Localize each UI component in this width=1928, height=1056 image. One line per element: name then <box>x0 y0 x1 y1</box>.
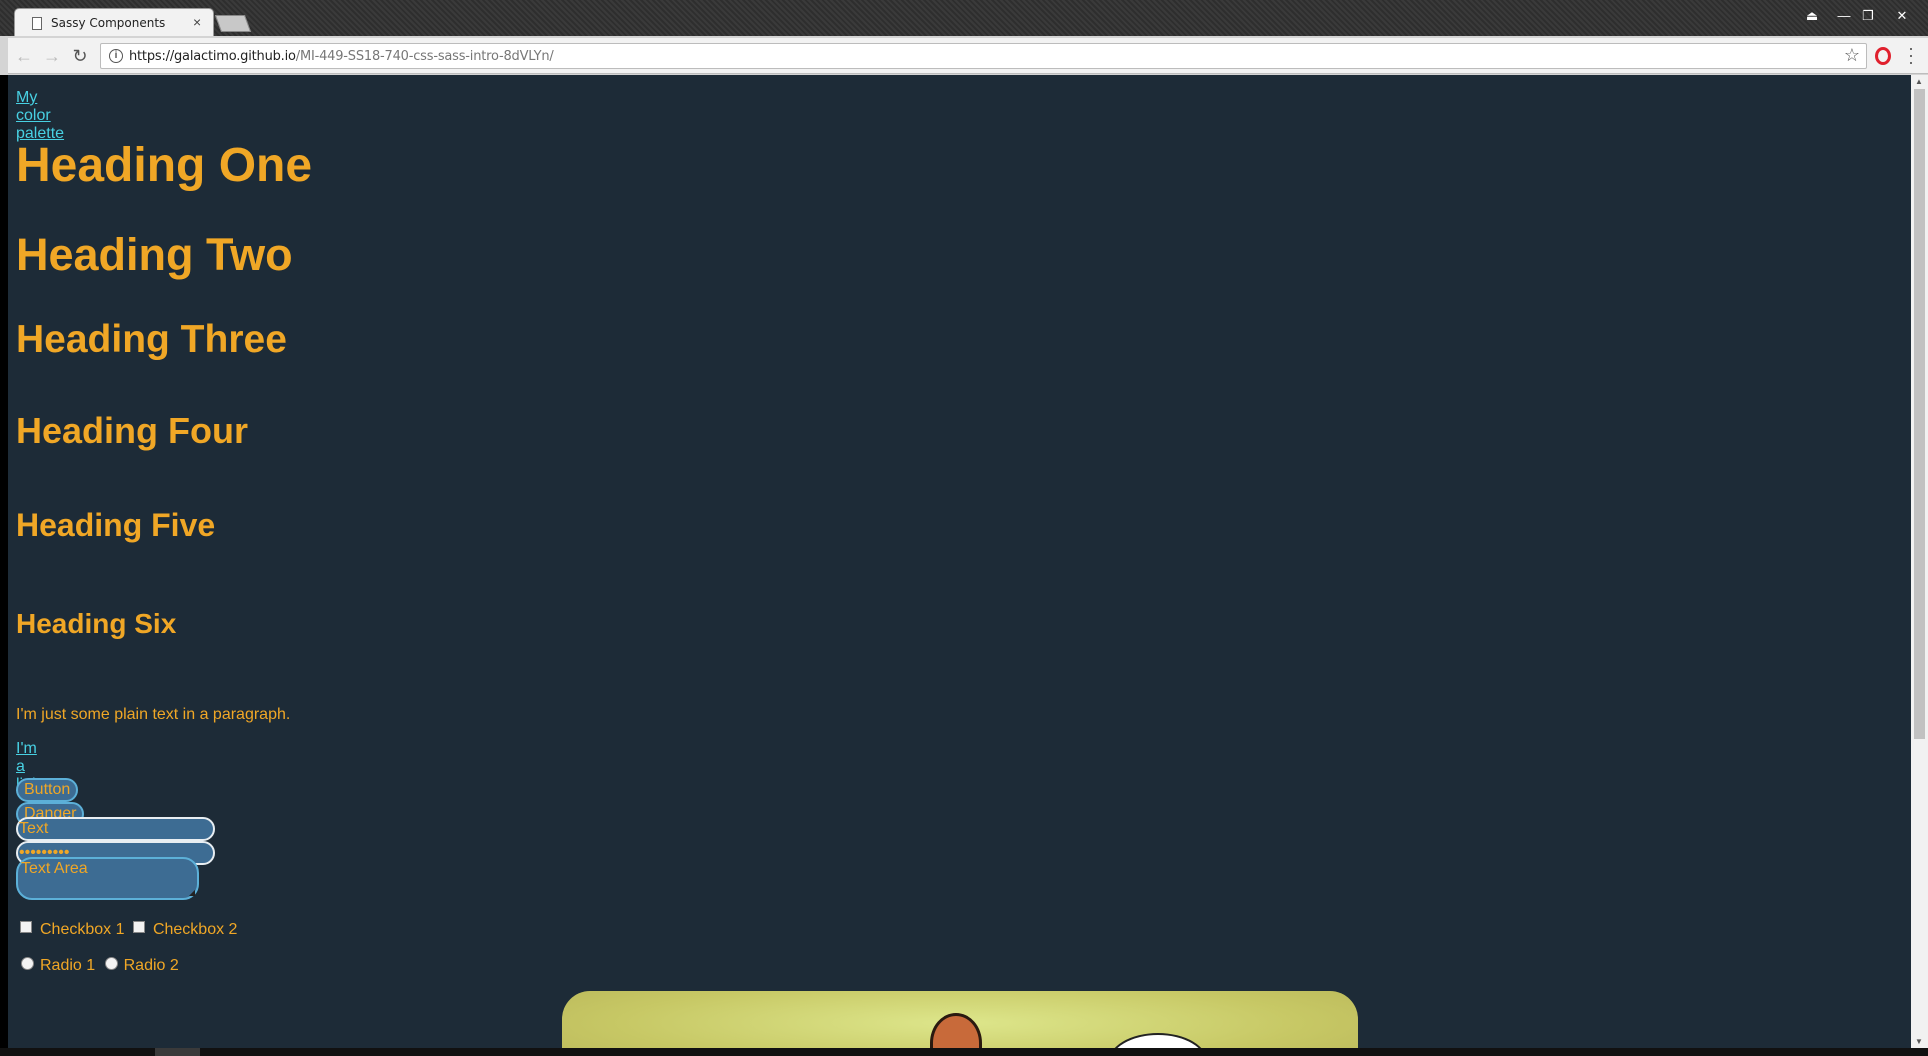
forward-icon[interactable]: → <box>42 46 62 66</box>
scroll-down-icon[interactable]: ▼ <box>1915 1037 1923 1046</box>
taskbar-item[interactable] <box>155 1048 200 1056</box>
browser-chrome: Sassy Components × ⏏ — ❐ ✕ ← → ↻ i https… <box>0 0 1928 75</box>
checkbox-1-label: Checkbox 1 <box>40 921 125 938</box>
page-content: My color palette Heading One Heading Two… <box>8 75 1911 1048</box>
radio-1[interactable] <box>21 957 34 970</box>
profile-icon[interactable]: ⏏ <box>1801 8 1823 24</box>
comic-image <box>562 991 1358 1048</box>
text-area[interactable]: Text Area ◢ <box>16 857 199 900</box>
navigation-bar: ← → ↻ i https://galactimo.github.io/MI-4… <box>8 38 1928 74</box>
scroll-up-icon[interactable]: ▲ <box>1915 77 1923 86</box>
plain-paragraph: I'm just some plain text in a paragraph. <box>16 706 291 723</box>
reload-icon[interactable]: ↻ <box>70 46 90 66</box>
scrollbar-thumb[interactable] <box>1914 89 1925 739</box>
radio-2[interactable] <box>104 957 118 970</box>
page-icon <box>32 17 42 30</box>
menu-icon[interactable]: · · · <box>1908 39 1914 71</box>
checkbox-row: Checkbox 1 Checkbox 2 <box>16 921 237 939</box>
heading-five: Heading Five <box>16 507 216 543</box>
text-input[interactable]: Text <box>16 817 215 841</box>
comic-character <box>930 1013 982 1048</box>
tab-sassy-components[interactable]: Sassy Components × <box>14 8 214 36</box>
info-icon[interactable]: i <box>109 49 123 63</box>
checkbox-1[interactable] <box>20 921 32 933</box>
back-icon[interactable]: ← <box>14 46 34 66</box>
heading-four: Heading Four <box>16 410 248 451</box>
address-bar[interactable]: i https://galactimo.github.io/MI-449-SS1… <box>100 43 1867 69</box>
close-icon[interactable]: ✕ <box>1891 8 1913 24</box>
radio-2-label: Radio 2 <box>123 957 179 974</box>
text-area-value: Text Area <box>21 860 88 877</box>
minimize-icon[interactable]: — <box>1833 8 1855 24</box>
url-text: https://galactimo.github.io/MI-449-SS18-… <box>129 49 554 64</box>
heading-six: Heading Six <box>16 608 177 639</box>
restore-icon[interactable]: ❐ <box>1857 8 1879 24</box>
title-bar: Sassy Components × ⏏ — ❐ ✕ <box>0 0 1928 36</box>
primary-button[interactable]: Button <box>16 778 79 802</box>
page-scrollbar[interactable]: ▲ ▼ <box>1911 75 1928 1048</box>
color-palette-link[interactable]: My color palette <box>16 89 64 143</box>
checkbox-2[interactable] <box>132 921 145 933</box>
radio-row: Radio 1 Radio 2 <box>16 957 179 975</box>
tab-close-icon[interactable]: × <box>193 14 201 30</box>
tab-title: Sassy Components <box>51 16 166 30</box>
new-tab-button[interactable] <box>214 15 252 32</box>
radio-1-label: Radio 1 <box>40 957 96 974</box>
heading-three: Heading Three <box>16 318 287 361</box>
url-path: /MI-449-SS18-740-css-sass-intro-8dVLYn/ <box>295 49 554 64</box>
heading-two: Heading Two <box>16 229 293 280</box>
resize-grip-icon[interactable]: ◢ <box>189 888 195 897</box>
opera-icon[interactable] <box>1875 47 1891 65</box>
speech-bubble <box>1108 1033 1208 1048</box>
url-host: https://galactimo.github.io <box>129 49 296 64</box>
star-icon[interactable]: ☆ <box>1844 45 1860 66</box>
heading-one: Heading One <box>16 139 313 192</box>
checkbox-2-label: Checkbox 2 <box>152 921 238 938</box>
taskbar <box>0 1048 1928 1056</box>
